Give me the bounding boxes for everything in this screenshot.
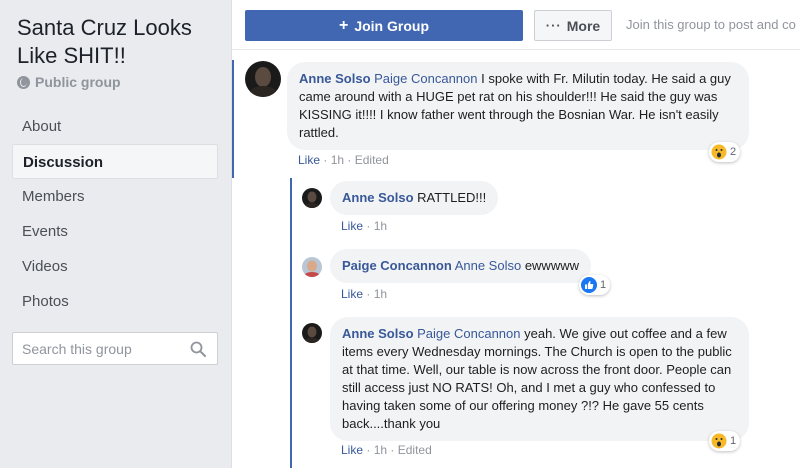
globe-icon	[17, 75, 30, 89]
privacy-label: Public group	[17, 74, 121, 90]
search-input[interactable]	[13, 333, 173, 364]
like-link[interactable]: Like	[341, 219, 363, 233]
reaction-summary[interactable]: 1	[579, 275, 611, 295]
comment-bubble: Anne Solso Paige Concannon yeah. We give…	[330, 317, 749, 441]
nav-item-events[interactable]: Events	[12, 214, 218, 249]
wow-emoji-icon	[711, 433, 727, 449]
nav-item-photos[interactable]: Photos	[12, 284, 218, 319]
separator: ·	[344, 153, 355, 167]
edited-label[interactable]: Edited	[398, 443, 432, 457]
comment-time[interactable]: 1h	[374, 287, 387, 301]
search-icon[interactable]	[190, 341, 206, 357]
group-title[interactable]: Santa Cruz Looks Like SHIT!!	[17, 14, 222, 70]
privacy-text: Public group	[35, 74, 121, 90]
left-sidebar: Santa Cruz Looks Like SHIT!! Public grou…	[0, 0, 230, 468]
comment-time[interactable]: 1h	[374, 219, 387, 233]
like-link[interactable]: Like	[298, 153, 320, 167]
reaction-count: 2	[730, 146, 737, 158]
group-search	[12, 332, 218, 365]
join-group-label: Join Group	[354, 17, 429, 34]
comment-text: ewwwww	[521, 258, 579, 273]
more-button[interactable]: ··· More	[534, 10, 612, 41]
comment-mention[interactable]: Paige Concannon	[374, 71, 477, 86]
comment-mention[interactable]: Anne Solso	[455, 258, 522, 273]
like-link[interactable]: Like	[341, 443, 363, 457]
like-thumb-icon	[581, 277, 597, 293]
reaction-summary[interactable]: 1	[709, 431, 741, 451]
avatar[interactable]	[245, 61, 281, 97]
comment-time[interactable]: 1h	[331, 153, 344, 167]
comment-actions: Like · 1h	[341, 287, 387, 301]
like-link[interactable]: Like	[341, 287, 363, 301]
comment-mention[interactable]: Paige Concannon	[417, 326, 520, 341]
more-label: More	[566, 17, 601, 34]
nav-item-about[interactable]: About	[12, 109, 218, 144]
comment-time[interactable]: 1h	[374, 443, 387, 457]
comment-bubble: Paige Concannon Anne Solso ewwwww	[330, 249, 591, 283]
reaction-count: 1	[600, 279, 607, 291]
plus-icon: +	[338, 16, 349, 34]
nav-item-videos[interactable]: Videos	[12, 249, 218, 284]
avatar[interactable]	[302, 188, 322, 208]
separator: ·	[320, 153, 331, 167]
wow-emoji-icon	[711, 144, 727, 160]
edited-label[interactable]: Edited	[355, 153, 389, 167]
avatar[interactable]	[302, 323, 322, 343]
separator: ·	[363, 219, 374, 233]
comment-author[interactable]: Anne Solso	[342, 326, 414, 341]
nav-item-discussion[interactable]: Discussion	[12, 144, 218, 179]
comment-bubble: Anne Solso Paige Concannon I spoke with …	[287, 62, 749, 150]
main-panel: + Join Group ··· More Join this group to…	[231, 0, 800, 468]
separator: ·	[363, 287, 374, 301]
comment-actions: Like · 1h · Edited	[341, 443, 432, 457]
join-hint-text: Join this group to post and co	[626, 17, 796, 32]
comment-actions: Like · 1h · Edited	[298, 153, 389, 167]
comment-author[interactable]: Paige Concannon	[342, 258, 452, 273]
reply-thread-line	[290, 178, 292, 468]
thread-highlight-bar	[232, 60, 234, 178]
comment-actions: Like · 1h	[341, 219, 387, 233]
comment-text: yeah. We give out coffee and a few items…	[342, 326, 732, 431]
group-action-bar: + Join Group ··· More Join this group to…	[232, 0, 800, 50]
comment-text: RATTLED!!!	[413, 190, 487, 205]
join-group-button[interactable]: + Join Group	[245, 10, 523, 41]
avatar[interactable]	[302, 257, 322, 277]
reaction-summary[interactable]: 2	[709, 142, 741, 162]
nav-item-members[interactable]: Members	[12, 179, 218, 214]
comment-author[interactable]: Anne Solso	[299, 71, 371, 86]
comment-bubble: Anne Solso RATTLED!!!	[330, 181, 499, 215]
group-nav: About Discussion Members Events Videos P…	[12, 109, 218, 319]
separator: ·	[387, 443, 398, 457]
more-dots-icon: ···	[545, 18, 562, 33]
separator: ·	[363, 443, 374, 457]
comment-author[interactable]: Anne Solso	[342, 190, 414, 205]
reaction-count: 1	[730, 435, 737, 447]
